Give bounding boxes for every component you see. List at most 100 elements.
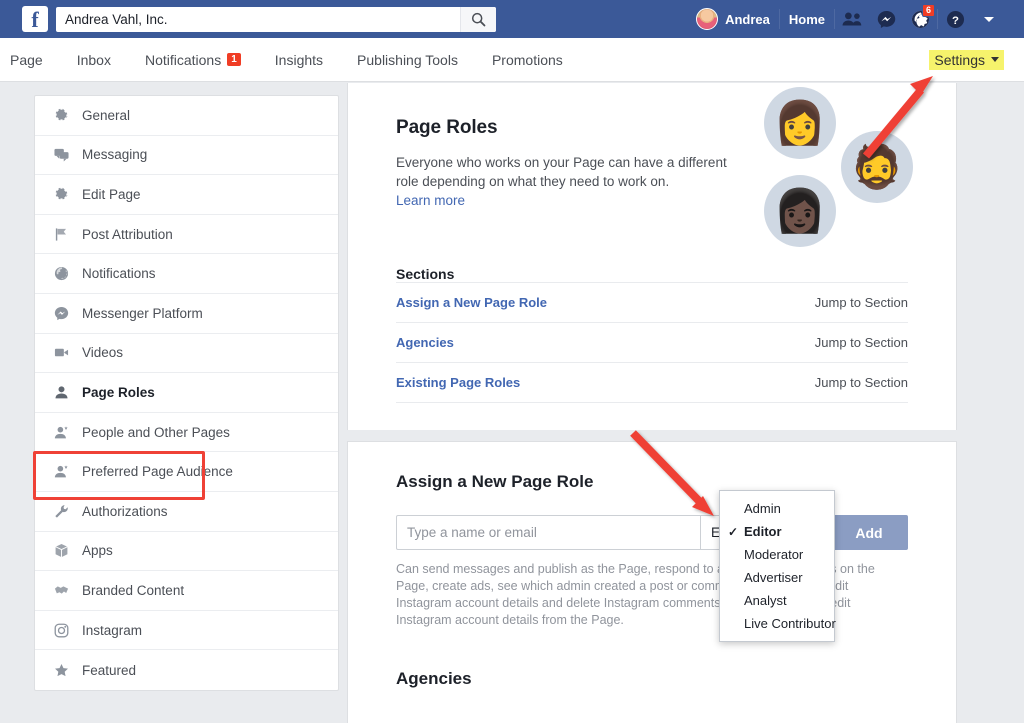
- sidebar-item-label: Videos: [82, 345, 124, 361]
- wrench-icon: [53, 503, 70, 520]
- sidebar-item-messenger-platform[interactable]: Messenger Platform: [35, 294, 338, 334]
- page-body: General Messaging Edit Page Post Attribu…: [0, 83, 1024, 723]
- role-dropdown-menu[interactable]: Admin ✓ Editor Moderator Advertiser Anal…: [719, 490, 836, 642]
- role-option-editor[interactable]: ✓ Editor: [720, 520, 834, 543]
- sidebar-item-messaging[interactable]: Messaging: [35, 136, 338, 176]
- svg-text:?: ?: [952, 14, 959, 26]
- notification-badge: 6: [922, 4, 935, 17]
- avatar-face: 👩: [773, 99, 827, 146]
- sidebar-item-label: General: [82, 107, 131, 123]
- person-star-icon: [53, 463, 70, 480]
- avatar-face: 🧔: [850, 143, 904, 190]
- learn-more-link[interactable]: Learn more: [396, 193, 465, 208]
- tab-insights[interactable]: Insights: [258, 38, 340, 81]
- gear-icon: [53, 107, 70, 124]
- tab-publishing-tools[interactable]: Publishing Tools: [340, 38, 475, 81]
- friend-requests-button[interactable]: [835, 0, 869, 38]
- profile-shortcut[interactable]: Andrea: [687, 8, 779, 30]
- question-mark-icon: ?: [946, 10, 964, 28]
- section-row-assign-new-page-role[interactable]: Assign a New Page Role Jump to Section: [396, 282, 908, 322]
- section-link[interactable]: Assign a New Page Role: [396, 295, 547, 310]
- facebook-top-bar: f Andrea Home: [0, 0, 1024, 38]
- sidebar-item-label: Featured: [82, 662, 137, 678]
- role-option-label: Advertiser: [744, 570, 803, 585]
- sidebar-item-videos[interactable]: Videos: [35, 334, 338, 374]
- sidebar-item-preferred-page-audience[interactable]: Preferred Page Audience: [35, 452, 338, 492]
- messages-button[interactable]: [869, 0, 903, 38]
- search-button[interactable]: [460, 6, 496, 32]
- settings-menu-button[interactable]: Settings: [929, 49, 1004, 70]
- illustration-avatar-2: 🧔: [841, 131, 913, 203]
- role-option-label: Analyst: [744, 593, 787, 608]
- top-bar-right-cluster: Andrea Home 6 ?: [687, 0, 1024, 38]
- home-link[interactable]: Home: [780, 12, 834, 27]
- messenger-icon: [877, 10, 895, 28]
- sidebar-item-label: Instagram: [82, 622, 143, 638]
- tab-page[interactable]: Page: [0, 38, 60, 81]
- friends-icon: [842, 12, 862, 26]
- avatar: [696, 8, 719, 30]
- sidebar-item-notifications[interactable]: Notifications: [35, 254, 338, 294]
- role-option-admin[interactable]: Admin: [720, 497, 834, 520]
- sidebar-item-page-roles[interactable]: Page Roles: [35, 373, 338, 413]
- role-option-label: Admin: [744, 501, 781, 516]
- page-roles-hero-card: 👩 🧔 👩🏿 Page Roles Everyone who works on …: [347, 83, 957, 430]
- settings-content: 👩 🧔 👩🏿 Page Roles Everyone who works on …: [347, 83, 957, 723]
- sidebar-item-label: Preferred Page Audience: [82, 464, 233, 480]
- sidebar-item-label: Page Roles: [82, 384, 155, 400]
- tab-label: Notifications: [144, 51, 222, 68]
- sidebar-item-post-attribution[interactable]: Post Attribution: [35, 215, 338, 255]
- help-button[interactable]: ?: [938, 0, 972, 38]
- nav-right-cluster: Settings: [929, 49, 1024, 70]
- role-option-live-contributor[interactable]: Live Contributor: [720, 612, 836, 635]
- sidebar-item-instagram[interactable]: Instagram: [35, 611, 338, 651]
- assign-section-title: Assign a New Page Role: [396, 472, 594, 491]
- role-option-analyst[interactable]: Analyst: [720, 589, 834, 612]
- role-option-advertiser[interactable]: Advertiser: [720, 566, 834, 589]
- sidebar-item-label: Post Attribution: [82, 226, 173, 242]
- page-nav-bar: Page Inbox Notifications 1 Insights Publ…: [0, 38, 1024, 82]
- sidebar-item-label: People and Other Pages: [82, 424, 230, 440]
- add-button[interactable]: Add: [830, 515, 908, 550]
- page-roles-illustration: 👩 🧔 👩🏿: [746, 79, 936, 249]
- jump-to-section-link[interactable]: Jump to Section: [815, 295, 908, 310]
- illustration-avatar-1: 👩: [764, 87, 836, 159]
- profile-name: Andrea: [725, 11, 770, 27]
- settings-label: Settings: [934, 51, 985, 68]
- section-row-existing-page-roles[interactable]: Existing Page Roles Jump to Section: [396, 362, 908, 402]
- jump-to-section-link[interactable]: Jump to Section: [815, 335, 908, 350]
- account-menu-button[interactable]: [972, 0, 1006, 38]
- role-option-moderator[interactable]: Moderator: [720, 543, 834, 566]
- sidebar-item-apps[interactable]: Apps: [35, 532, 338, 572]
- avatar-face: 👩🏿: [773, 187, 827, 234]
- section-row-agencies[interactable]: Agencies Jump to Section: [396, 322, 908, 362]
- sidebar-item-general[interactable]: General: [35, 96, 338, 136]
- star-icon: [53, 662, 70, 679]
- chevron-down-icon: [991, 57, 999, 62]
- checkmark-icon: ✓: [728, 524, 739, 539]
- assign-new-page-role-card: Assign a New Page Role Editor Add Can se…: [347, 441, 957, 723]
- sidebar-item-edit-page[interactable]: Edit Page: [35, 175, 338, 215]
- sidebar-item-label: Notifications: [82, 266, 156, 282]
- name-or-email-input[interactable]: [396, 515, 701, 550]
- sidebar-item-people-and-other-pages[interactable]: People and Other Pages: [35, 413, 338, 453]
- notifications-button[interactable]: 6: [903, 0, 937, 38]
- tab-notifications[interactable]: Notifications 1: [128, 38, 258, 81]
- sidebar-item-branded-content[interactable]: Branded Content: [35, 571, 338, 611]
- sidebar-item-featured[interactable]: Featured: [35, 650, 338, 690]
- section-link[interactable]: Existing Page Roles: [396, 375, 520, 390]
- instagram-icon: [53, 622, 70, 639]
- sidebar-item-label: Apps: [82, 543, 113, 559]
- sidebar-item-label: Messaging: [82, 147, 148, 163]
- page-description: Everyone who works on your Page can have…: [396, 153, 736, 210]
- sidebar-item-authorizations[interactable]: Authorizations: [35, 492, 338, 532]
- tab-label: Page: [10, 51, 43, 68]
- box-icon: [53, 542, 70, 559]
- tab-promotions[interactable]: Promotions: [475, 38, 580, 81]
- tab-inbox[interactable]: Inbox: [60, 38, 128, 81]
- section-link[interactable]: Agencies: [396, 335, 454, 350]
- facebook-logo[interactable]: f: [22, 6, 48, 32]
- search-input[interactable]: [56, 6, 496, 32]
- role-option-label: Editor: [744, 524, 782, 539]
- jump-to-section-link[interactable]: Jump to Section: [815, 375, 908, 390]
